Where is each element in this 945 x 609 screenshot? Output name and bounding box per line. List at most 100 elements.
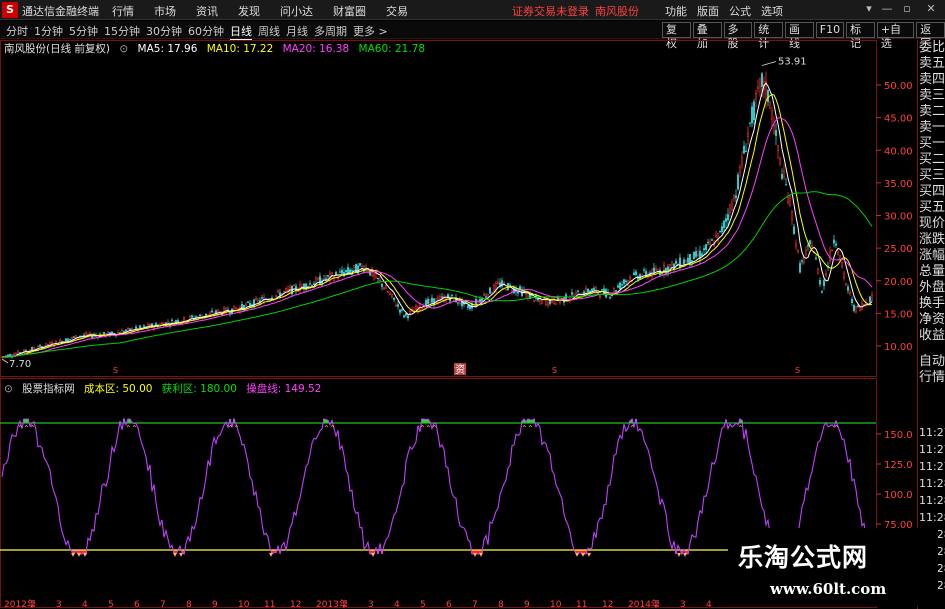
adjust-button[interactable]: 复权 <box>662 22 691 50</box>
right-menu: 功能 版面 公式 选项 <box>665 3 783 19</box>
tick-time: 11:27 <box>919 443 945 456</box>
side-panel-item[interactable]: 换手 <box>918 296 945 312</box>
side-panel-item[interactable]: 现价 <box>918 216 945 232</box>
tab-60min[interactable]: 60分钟 <box>188 23 224 40</box>
maximize-icon[interactable]: ▫ <box>900 2 914 16</box>
candle-body <box>743 145 745 154</box>
candle-body <box>275 294 277 297</box>
candle-body <box>633 272 635 275</box>
candle-body <box>751 106 753 124</box>
candle-body <box>323 275 325 281</box>
f10-button[interactable]: F10 <box>815 22 845 38</box>
tab-daily[interactable]: 日线 <box>230 23 252 40</box>
side-panel-item[interactable]: 买三 <box>918 168 945 184</box>
login-notice[interactable]: 证券交易未登录 南风股份 <box>512 3 639 19</box>
side-panel-item[interactable]: 净资 <box>918 312 945 328</box>
draw-line-button[interactable]: 画线 <box>785 22 814 50</box>
side-panel-item[interactable]: 行情 <box>918 370 945 386</box>
dropdown-icon[interactable]: ▾ <box>862 2 876 16</box>
tab-monthly[interactable]: 月线 <box>286 23 308 40</box>
menu-item-formula[interactable]: 公式 <box>729 3 751 19</box>
side-panel-item[interactable]: 卖五 <box>918 56 945 72</box>
multi-stock-button[interactable]: 多股 <box>723 22 753 50</box>
candle-body <box>353 265 355 268</box>
login-notice-text: 证券交易未登录 <box>512 5 589 18</box>
side-panel-item[interactable]: 买二 <box>918 152 945 168</box>
menu-item-layout[interactable]: 版面 <box>697 3 719 19</box>
sell-signal: ⌃ <box>431 424 438 433</box>
candle-body <box>283 290 285 293</box>
candle-body <box>373 273 375 277</box>
candle-body <box>789 195 791 207</box>
menu-item-function[interactable]: 功能 <box>665 3 687 19</box>
menu-item-wealth[interactable]: 财富圈 <box>333 3 366 19</box>
candle-body <box>69 338 71 341</box>
tab-multi-period[interactable]: 多周期 <box>314 23 347 40</box>
menu-item-options[interactable]: 选项 <box>761 3 783 19</box>
settings-icon[interactable]: ⊙ <box>119 43 128 55</box>
kline-chart[interactable]: 50.00 45.00 40.00 35.00 30.00 25.00 20.00 15.00… <box>0 40 917 609</box>
tab-15min[interactable]: 15分钟 <box>104 23 140 40</box>
mark-button[interactable]: 标记 <box>846 22 875 50</box>
candle-body <box>693 251 695 260</box>
back-button[interactable]: 返回 <box>916 22 945 50</box>
main-panel-frame <box>0 40 877 377</box>
candle-body <box>393 297 395 300</box>
side-panel-item[interactable]: 卖一 <box>918 120 945 136</box>
tab-weekly[interactable]: 周线 <box>258 23 280 40</box>
tick-time: 11:28 <box>919 494 945 507</box>
overlay-button[interactable]: 叠加 <box>692 22 722 50</box>
buy-signal: ▾ <box>575 550 579 559</box>
side-panel-item[interactable]: 自动 <box>918 354 945 370</box>
candle-body <box>613 288 615 292</box>
candle-body <box>511 290 513 292</box>
side-panel-item[interactable]: 卖二 <box>918 104 945 120</box>
tab-more[interactable]: 更多 > <box>353 23 388 40</box>
indicator-settings-icon[interactable]: ⊙ <box>4 383 13 395</box>
side-panel-item[interactable]: 涨幅 <box>918 248 945 264</box>
tab-1min[interactable]: 1分钟 <box>34 23 63 40</box>
side-panel-item[interactable]: 卖四 <box>918 72 945 88</box>
side-panel-item[interactable]: 买四 <box>918 184 945 200</box>
side-panel-item[interactable]: 总量 <box>918 264 945 280</box>
stats-button[interactable]: 统计 <box>754 22 783 50</box>
candle-body <box>293 284 295 287</box>
tab-30min[interactable]: 30分钟 <box>146 23 182 40</box>
candle-body <box>729 204 731 213</box>
candle-body <box>103 331 105 335</box>
candle-body <box>685 260 687 263</box>
close-icon[interactable]: ✕ <box>924 2 938 16</box>
minimize-icon[interactable]: — <box>880 2 894 16</box>
watermark-url: www.60lt.com <box>770 580 887 598</box>
menu-item-discover[interactable]: 发现 <box>238 3 260 19</box>
candle-body <box>683 259 685 264</box>
side-panel-item[interactable]: 收益 <box>918 328 945 344</box>
app-logo-icon: S <box>2 2 18 18</box>
tab-intraday[interactable]: 分时 <box>6 23 28 40</box>
candle-body <box>375 273 377 279</box>
side-panel-item[interactable]: 委比 <box>918 40 945 56</box>
side-panel-item[interactable]: 外盘 <box>918 280 945 296</box>
candle-body <box>415 306 417 310</box>
menu-item-ask[interactable]: 问小达 <box>280 3 313 19</box>
candle-body <box>721 226 723 233</box>
candle-body <box>653 267 655 274</box>
menu-item-trade[interactable]: 交易 <box>386 3 408 19</box>
menu-item-quotes[interactable]: 行情 <box>112 3 134 19</box>
candle-body <box>359 263 361 266</box>
y-tick-label: 50.00 <box>884 81 913 92</box>
side-panel-item[interactable]: 卖三 <box>918 88 945 104</box>
tab-5min[interactable]: 5分钟 <box>69 23 98 40</box>
candle-body <box>395 304 397 307</box>
tick-time: 11:27 <box>919 460 945 473</box>
candle-body <box>723 220 725 229</box>
side-panel-item[interactable]: 涨跌 <box>918 232 945 248</box>
add-watchlist-button[interactable]: +自选 <box>876 22 915 50</box>
menu-item-news[interactable]: 资讯 <box>196 3 218 19</box>
menu-item-market[interactable]: 市场 <box>154 3 176 19</box>
candle-body <box>709 241 711 245</box>
side-panel-item[interactable]: 买一 <box>918 136 945 152</box>
y-tick-label: 35.00 <box>884 179 913 190</box>
candle-body <box>811 244 813 248</box>
side-panel-item[interactable]: 买五 <box>918 200 945 216</box>
